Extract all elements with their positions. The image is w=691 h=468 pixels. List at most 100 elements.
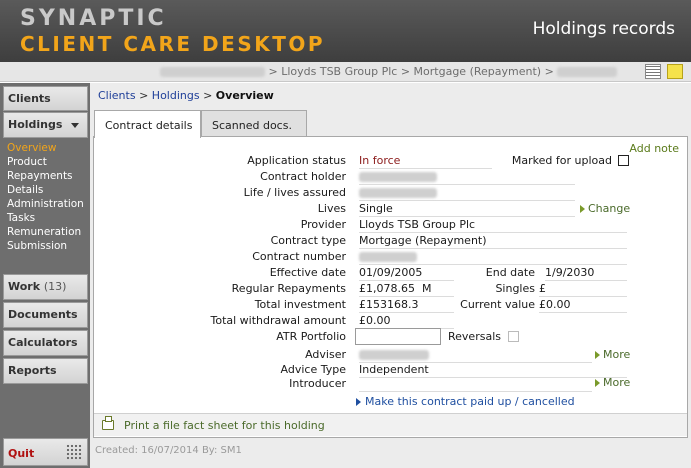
submenu-repayments[interactable]: Repayments	[3, 169, 88, 183]
nav-reports[interactable]: Reports	[3, 358, 88, 384]
make-paid-up-link[interactable]: Make this contract paid up / cancelled	[356, 395, 575, 408]
path-separator: >	[397, 65, 414, 78]
add-note-link[interactable]: Add note	[629, 142, 679, 155]
application-status-label: Application status	[247, 154, 346, 167]
lives-label: Lives	[317, 202, 346, 215]
nav-work[interactable]: Work (13)	[3, 274, 88, 300]
adviser-label: Adviser	[305, 348, 346, 361]
breadcrumb-holdings[interactable]: Holdings	[152, 89, 200, 102]
breadcrumb: Clients > Holdings > Overview	[98, 89, 274, 102]
path-provider: Lloyds TSB Group Plc	[281, 65, 398, 78]
path-contract: Mortgage (Repayment)	[413, 65, 542, 78]
end-date-label: End date	[485, 266, 535, 279]
more-link-label: More	[603, 348, 631, 361]
page-title: Holdings records	[532, 19, 675, 39]
submenu-details[interactable]: Details	[3, 183, 88, 197]
record-path-bar: > Lloyds TSB Group Plc > Mortgage (Repay…	[0, 62, 691, 82]
application-status-value: In force	[359, 154, 492, 169]
submenu-administration[interactable]: Administration	[3, 197, 88, 211]
nav-clients-label: Clients	[8, 92, 51, 105]
main-content: Clients > Holdings > Overview Contract d…	[90, 83, 691, 468]
contract-holder-label: Contract holder	[260, 170, 346, 183]
contract-holder-redacted	[359, 172, 437, 182]
current-value-label: Current value	[460, 298, 535, 311]
printer-icon	[102, 416, 114, 430]
marked-for-upload-checkbox[interactable]	[618, 155, 629, 166]
reversals-label: Reversals	[448, 330, 501, 343]
lives-assured-value	[359, 186, 575, 201]
contract-details-panel: Add note Application status In force Mar…	[93, 136, 688, 438]
triangle-right-icon	[356, 398, 361, 406]
change-lives-link[interactable]: Change	[580, 202, 630, 215]
repayment-frequency: M	[421, 282, 432, 295]
contract-number-redacted	[557, 67, 618, 77]
brand-line1: SYNAPTIC	[20, 6, 167, 31]
dots-grid-icon	[66, 444, 82, 460]
current-value-value: £0.00	[539, 298, 627, 313]
adviser-more-link[interactable]: More	[595, 348, 630, 361]
end-date-value: 1/9/2030	[545, 266, 627, 281]
contract-holder-value	[359, 170, 575, 185]
triangle-right-icon	[595, 351, 600, 359]
adviser-redacted	[359, 350, 429, 360]
contract-number-label: Contract number	[252, 250, 346, 263]
nav-holdings[interactable]: Holdings	[3, 112, 88, 138]
total-investment-label: Total investment	[254, 298, 346, 311]
provider-value: Lloyds TSB Group Plc	[359, 218, 627, 233]
record-path: > Lloyds TSB Group Plc > Mortgage (Repay…	[160, 65, 618, 78]
more-link-label: More	[603, 376, 631, 389]
submenu-submission[interactable]: Submission	[3, 239, 88, 253]
change-link-label: Change	[588, 202, 631, 215]
sidebar: Clients Holdings Overview Product Repaym…	[0, 83, 90, 468]
total-investment-value: £153168.3	[359, 298, 454, 313]
grid-view-icon[interactable]	[645, 64, 661, 79]
brand-line2: CLIENT CARE DESKTOP	[20, 32, 326, 56]
advice-type-value: Independent	[359, 363, 627, 378]
nav-documents-label: Documents	[8, 308, 78, 321]
regular-repayments-value: £1,078.65 M	[359, 282, 454, 297]
client-name-redacted	[160, 67, 265, 77]
breadcrumb-separator: >	[135, 89, 152, 102]
print-fact-sheet-link[interactable]: Print a file fact sheet for this holding	[124, 419, 325, 432]
introducer-more-link[interactable]: More	[595, 376, 630, 389]
marked-for-upload-label: Marked for upload	[511, 154, 612, 167]
nav-reports-label: Reports	[8, 364, 57, 377]
holdings-submenu: Overview Product Repayments Details Admi…	[3, 141, 88, 274]
triangle-right-icon	[580, 205, 585, 213]
path-separator: >	[541, 65, 558, 78]
atr-portfolio-input[interactable]	[355, 328, 441, 345]
advice-type-label: Advice Type	[280, 363, 346, 376]
breadcrumb-separator: >	[199, 89, 216, 102]
lives-value: Single	[359, 202, 575, 217]
breadcrumb-clients[interactable]: Clients	[98, 89, 136, 102]
submenu-remuneration[interactable]: Remuneration	[3, 225, 88, 239]
singles-value: £	[539, 282, 627, 297]
lives-assured-label: Life / lives assured	[243, 186, 346, 199]
submenu-overview[interactable]: Overview	[3, 141, 88, 155]
path-separator: >	[265, 65, 282, 78]
submenu-product[interactable]: Product	[3, 155, 88, 169]
adviser-value	[359, 348, 592, 363]
quit-label: Quit	[8, 447, 35, 460]
created-info: Created: 16/07/2014 By: SM1	[95, 445, 242, 456]
app-header: SYNAPTIC CLIENT CARE DESKTOP Holdings re…	[0, 0, 691, 62]
nav-calculators-label: Calculators	[8, 336, 78, 349]
total-withdrawal-label: Total withdrawal amount	[210, 314, 346, 327]
lives-assured-redacted	[359, 188, 437, 198]
regular-repayments-label: Regular Repayments	[231, 282, 346, 295]
nav-calculators[interactable]: Calculators	[3, 330, 88, 356]
fact-sheet-bar: Print a file fact sheet for this holding	[94, 413, 687, 436]
nav-documents[interactable]: Documents	[3, 302, 88, 328]
quit-button[interactable]: Quit	[3, 438, 88, 466]
singles-label: Singles	[495, 282, 535, 295]
tab-contract-details[interactable]: Contract details	[94, 110, 201, 138]
provider-label: Provider	[300, 218, 346, 231]
reversals-checkbox[interactable]	[508, 331, 519, 342]
contract-type-label: Contract type	[270, 234, 346, 247]
sticky-note-icon[interactable]	[667, 64, 683, 79]
introducer-label: Introducer	[289, 377, 346, 390]
nav-clients[interactable]: Clients	[3, 86, 88, 111]
submenu-tasks[interactable]: Tasks	[3, 211, 88, 225]
tab-scanned-docs[interactable]: Scanned docs.	[201, 110, 307, 137]
breadcrumb-current: Overview	[215, 89, 274, 102]
